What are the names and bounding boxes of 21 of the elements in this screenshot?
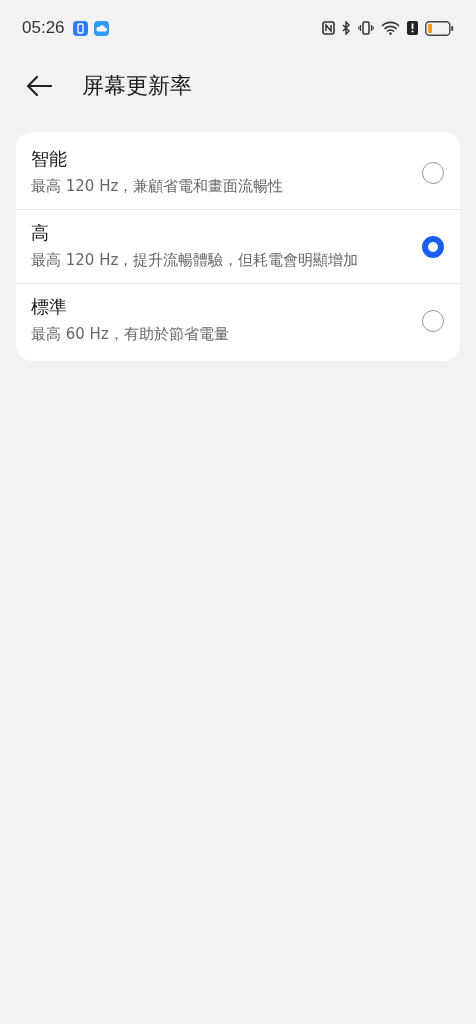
option-description: 最高 120 Hz，兼顧省電和畫面流暢性 <box>31 176 285 197</box>
wifi-icon <box>381 21 400 35</box>
option-description: 最高 60 Hz，有助於節省電量 <box>31 324 230 345</box>
phone-app-icon <box>72 20 88 36</box>
cloud-app-icon <box>93 20 109 36</box>
back-arrow-icon <box>26 76 52 96</box>
status-time: 05:26 <box>22 18 65 38</box>
option-title: 高 <box>31 221 49 245</box>
vibrate-icon <box>358 21 374 35</box>
option-row[interactable]: 標準 最高 60 Hz，有助於節省電量 <box>16 284 460 357</box>
option-title: 智能 <box>31 147 67 171</box>
option-description: 最高 120 Hz，提升流暢體驗，但耗電會明顯增加 <box>31 250 360 271</box>
option-title: 標準 <box>31 295 67 319</box>
page-title: 屏幕更新率 <box>82 72 192 100</box>
bluetooth-icon <box>342 21 351 35</box>
option-row[interactable]: 智能 最高 120 Hz，兼顧省電和畫面流暢性 <box>16 136 460 210</box>
battery-icon <box>425 20 454 36</box>
option-row[interactable]: 高 最高 120 Hz，提升流暢體驗，但耗電會明顯增加 <box>16 210 460 284</box>
nfc-icon <box>322 21 335 35</box>
radio-button[interactable] <box>422 235 444 258</box>
alert-icon <box>407 21 418 35</box>
